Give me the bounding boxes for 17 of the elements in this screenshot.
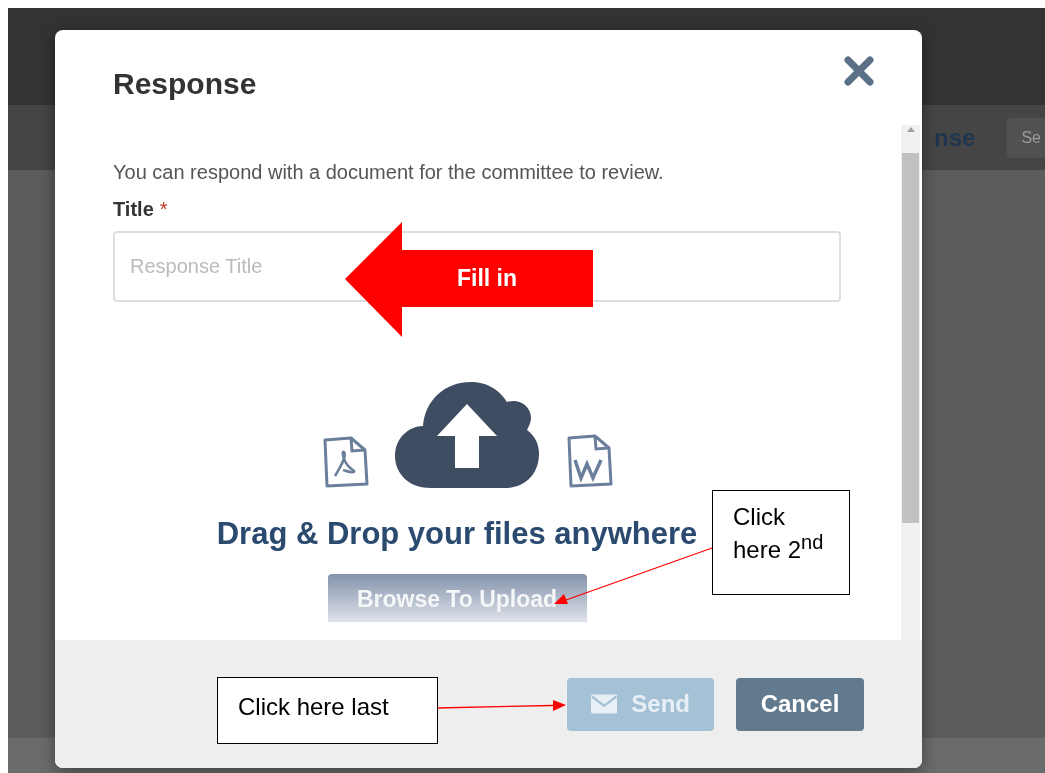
close-icon[interactable] — [844, 55, 874, 86]
scrollbar[interactable] — [901, 125, 920, 640]
callout-note: Click here 2$^{nd}$ — [712, 490, 850, 595]
dialog-description: You can respond with a document for the committee to review. — [113, 161, 665, 184]
word-file-icon — [565, 434, 613, 488]
arrow-label: Fill in — [457, 265, 518, 292]
browse-button[interactable]: Browse To Upload — [327, 574, 587, 622]
pdf-file-icon — [321, 436, 369, 488]
dialog-title: Response — [113, 66, 257, 101]
field-label: Title — [113, 198, 154, 221]
envelope-icon — [591, 694, 618, 714]
cloud-upload-icon[interactable] — [395, 382, 539, 488]
cancel-button[interactable]: Cancel — [736, 677, 864, 731]
search-button[interactable]: Se — [1007, 117, 1045, 158]
drop-zone-text: Drag & Drop your files anywhere — [216, 516, 698, 552]
callout-note: Click here last — [217, 677, 438, 744]
required-mark: * — [159, 198, 168, 221]
